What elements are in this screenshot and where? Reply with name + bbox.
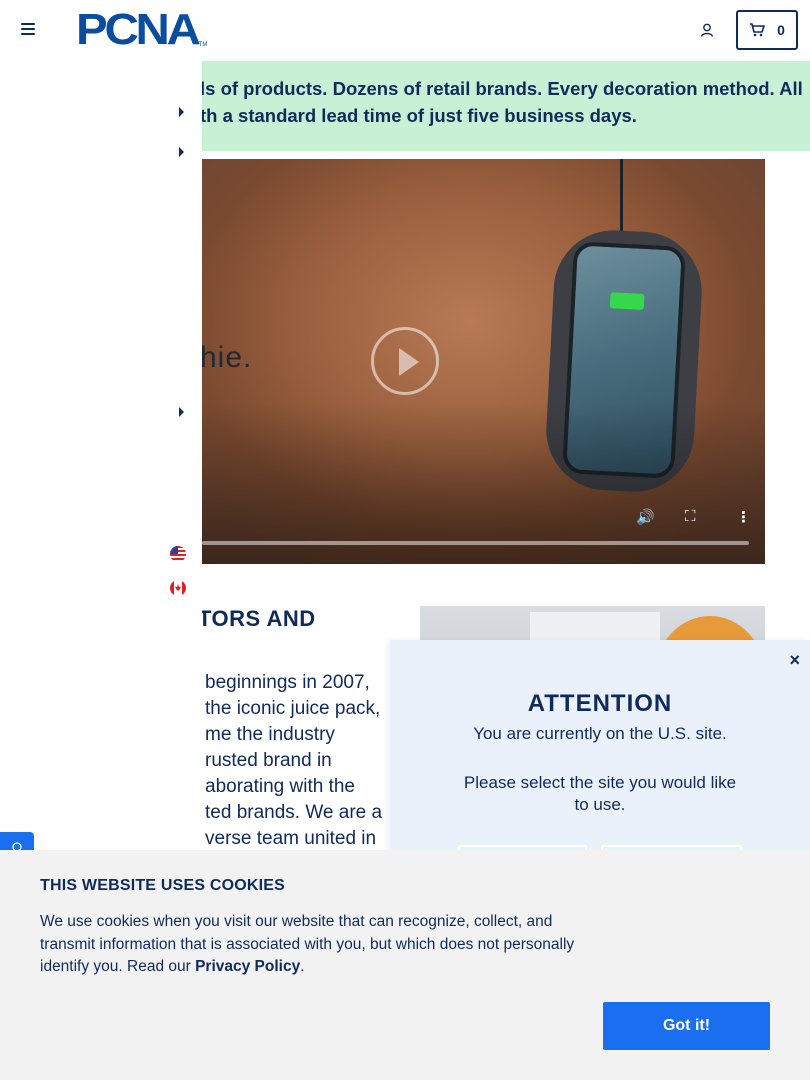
account-icon[interactable]: [699, 22, 715, 38]
section-body-line: the iconic juice pack,: [205, 698, 381, 719]
fullscreen-icon[interactable]: ⛶: [685, 508, 696, 525]
more-icon[interactable]: ⋮: [736, 508, 751, 526]
us-flag-icon[interactable]: [170, 546, 186, 562]
section-body-line: ted brands. We are a: [205, 802, 383, 823]
menu-icon[interactable]: [21, 23, 35, 35]
section-body-line: rusted brand in: [205, 750, 332, 771]
modal-title: ATTENTION: [527, 690, 673, 717]
cart-count: 0: [777, 22, 785, 38]
site-header: PCNA TM 0: [0, 0, 810, 61]
site-select-modal: × ATTENTION You are currently on the U.S…: [390, 640, 810, 885]
cart-button[interactable]: 0: [736, 10, 798, 50]
section-body-line: me the industry: [205, 724, 335, 745]
modal-prompt: Please select the site you would like to…: [463, 773, 737, 814]
cookie-text-end: .: [300, 958, 305, 975]
video-brand-text: hie.: [200, 341, 253, 374]
section-body-line: beginnings in 2007,: [205, 672, 370, 693]
section-heading: TORS AND: [198, 606, 316, 631]
modal-subtitle: You are currently on the U.S. site.: [473, 724, 727, 743]
privacy-policy-link[interactable]: Privacy Policy: [195, 958, 300, 975]
side-drawer: [0, 61, 202, 851]
product-video[interactable]: hie. 🔊 ⛶ ⋮: [150, 159, 765, 564]
drawer-expand-arrow-2[interactable]: [179, 147, 184, 157]
cart-icon: [750, 23, 765, 37]
banner-line-2: th a standard lead time of just five bus…: [200, 105, 637, 126]
cookie-text-body: We use cookies when you visit our websit…: [40, 913, 575, 975]
banner-line-1: ls of products. Dozens of retail brands.…: [200, 78, 803, 99]
cookie-banner: THIS WEBSITE USES COOKIES We use cookies…: [0, 850, 810, 1080]
section-body-line: aborating with the: [205, 776, 355, 797]
section-body-line: verse team united in: [205, 828, 377, 849]
video-progress-bar[interactable]: [202, 541, 749, 545]
close-icon[interactable]: ×: [789, 650, 800, 671]
promo-banner-text: ls of products. Dozens of retail brands.…: [200, 75, 803, 129]
section-body: beginnings in 2007, the iconic juice pac…: [205, 670, 400, 852]
pcna-logo[interactable]: PCNA TM: [76, 5, 208, 54]
play-icon[interactable]: [371, 327, 439, 395]
cookie-text: We use cookies when you visit our websit…: [40, 911, 610, 979]
canada-flag-icon[interactable]: [170, 580, 186, 596]
logo-wordmark: PCNA: [76, 5, 201, 54]
drawer-expand-arrow-1[interactable]: [179, 107, 184, 117]
got-it-button[interactable]: Got it!: [603, 1002, 770, 1050]
drawer-expand-arrow-3[interactable]: [179, 407, 184, 417]
cookie-title: THIS WEBSITE USES COOKIES: [40, 877, 286, 894]
promo-banner: ls of products. Dozens of retail brands.…: [200, 61, 810, 151]
volume-icon[interactable]: 🔊: [636, 508, 655, 526]
logo-trademark: TM: [198, 42, 208, 48]
